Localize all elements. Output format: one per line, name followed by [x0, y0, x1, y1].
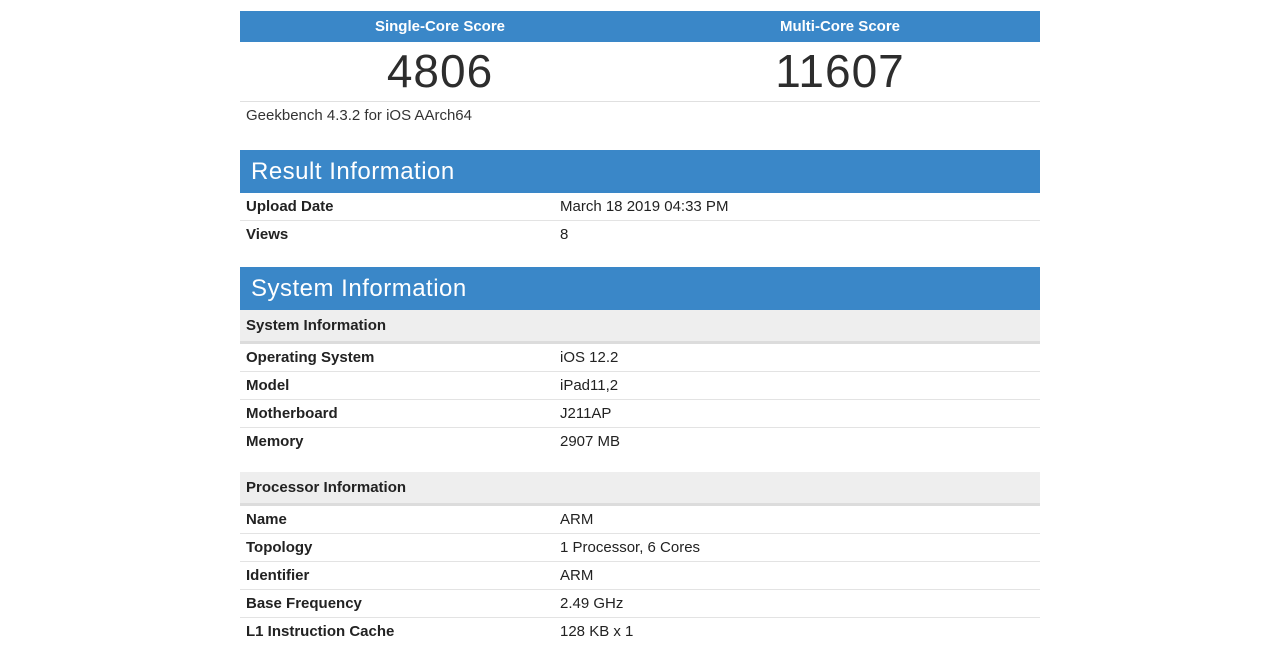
table-row: Topology 1 Processor, 6 Cores: [240, 534, 1040, 562]
score-header: Single-Core Score Multi-Core Score: [240, 11, 1040, 42]
row-key: Model: [246, 377, 290, 394]
row-key: Topology: [246, 539, 313, 556]
score-values: 4806 11607: [240, 42, 1040, 102]
row-value: 2.49 GHz: [560, 595, 624, 612]
system-information-title: System Information: [240, 267, 1040, 310]
benchmark-result-page: Single-Core Score Multi-Core Score 4806 …: [240, 11, 1040, 645]
row-value: iOS 12.2: [560, 349, 619, 366]
table-row: Base Frequency 2.49 GHz: [240, 590, 1040, 618]
table-row: Views 8: [240, 221, 1040, 248]
row-key: Views: [246, 226, 289, 243]
row-value: March 18 2019 04:33 PM: [560, 198, 729, 215]
processor-information-table: Name ARM Topology 1 Processor, 6 Cores I…: [240, 506, 1040, 645]
row-value: iPad11,2: [560, 377, 619, 394]
row-key: Name: [246, 511, 287, 528]
table-row: Motherboard J211AP: [240, 400, 1040, 428]
table-row: Memory 2907 MB: [240, 428, 1040, 455]
table-row: Model iPad11,2: [240, 372, 1040, 400]
single-core-label: Single-Core Score: [374, 18, 506, 35]
row-key: L1 Instruction Cache: [246, 623, 395, 640]
result-information-table: Upload Date March 18 2019 04:33 PM Views…: [240, 193, 1040, 248]
multi-core-label: Multi-Core Score: [779, 18, 900, 35]
row-key: Motherboard: [246, 405, 338, 422]
row-key: Memory: [246, 433, 304, 450]
row-key: Operating System: [246, 349, 375, 366]
processor-information-subhead: Processor Information: [240, 472, 1040, 506]
row-value: 1 Processor, 6 Cores: [560, 539, 701, 556]
row-value: 8: [560, 226, 569, 243]
row-value: J211AP: [560, 405, 612, 422]
version-text: Geekbench 4.3.2 for iOS AArch64: [246, 107, 472, 124]
row-value: 128 KB x 1: [560, 623, 634, 640]
row-key: Upload Date: [246, 198, 334, 215]
system-information-table: Operating System iOS 12.2 Model iPad11,2…: [240, 344, 1040, 455]
row-value: ARM: [560, 567, 594, 584]
result-information-title: Result Information: [240, 150, 1040, 193]
single-core-score: 4806: [386, 45, 494, 97]
row-value: ARM: [560, 511, 594, 528]
table-row: L1 Instruction Cache 128 KB x 1: [240, 618, 1040, 645]
table-row: Identifier ARM: [240, 562, 1040, 590]
row-value: 2907 MB: [560, 433, 621, 450]
multi-core-score: 11607: [775, 45, 905, 97]
table-row: Name ARM: [240, 506, 1040, 534]
system-information-subhead: System Information: [240, 310, 1040, 344]
table-row: Upload Date March 18 2019 04:33 PM: [240, 193, 1040, 221]
row-key: Identifier: [246, 567, 310, 584]
row-key: Base Frequency: [246, 595, 362, 612]
table-row: Operating System iOS 12.2: [240, 344, 1040, 372]
